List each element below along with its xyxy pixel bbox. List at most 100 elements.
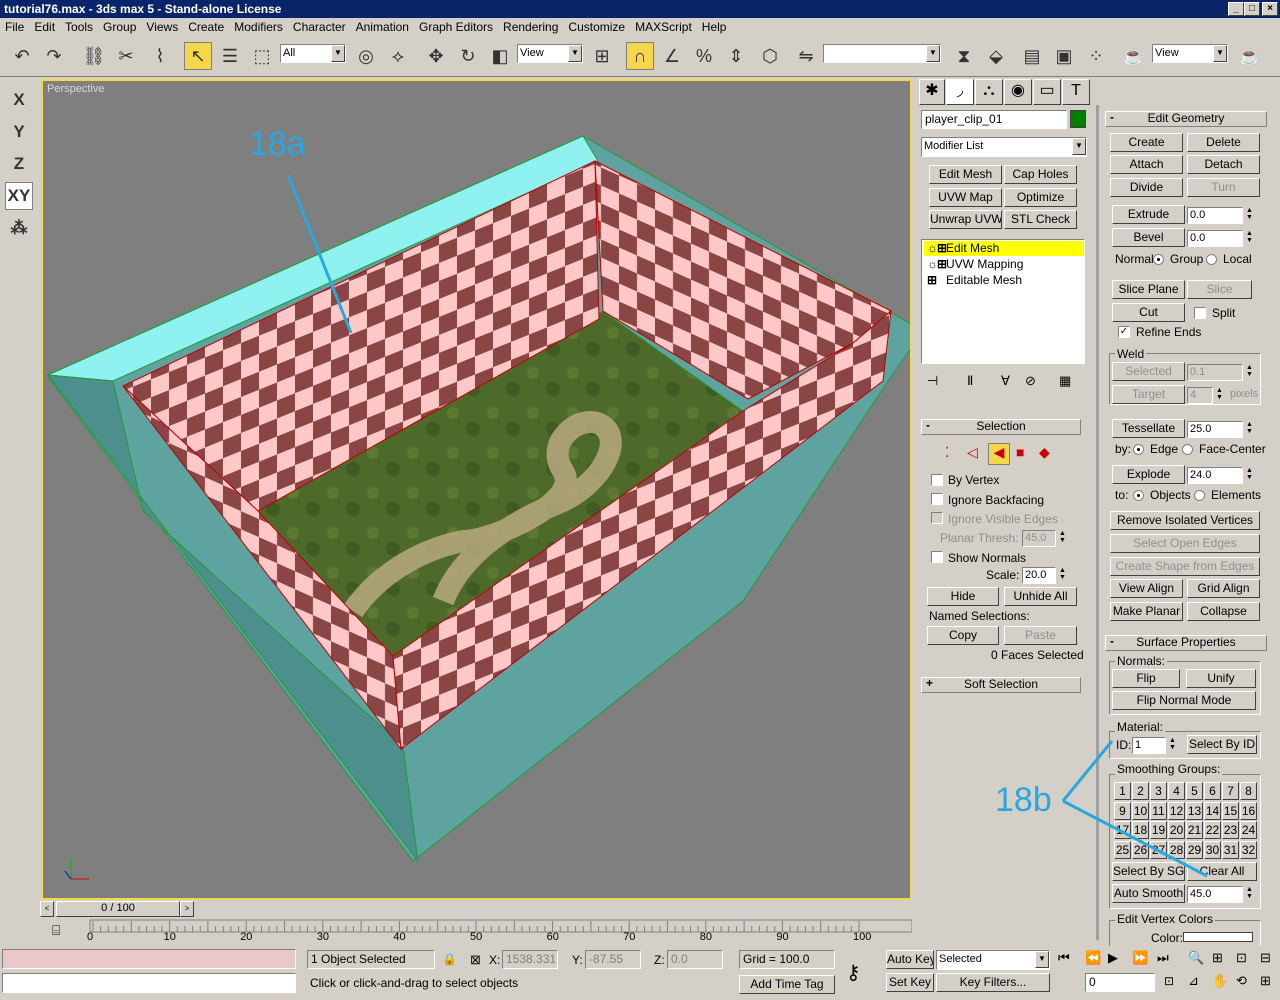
divide-button[interactable]: Divide — [1110, 178, 1183, 197]
smoothing-group-button[interactable]: 15 — [1222, 801, 1239, 820]
add-time-tag-button[interactable]: Add Time Tag — [739, 975, 835, 994]
material-id-spinner[interactable]: 1 ▲ ▼ — [1132, 737, 1176, 754]
show-end-result-icon[interactable]: Ⅱ — [967, 373, 973, 389]
undo-icon[interactable]: ↶ — [8, 42, 36, 70]
modifier-stack[interactable]: ☼ ⊞ Edit Mesh ☼ ⊞ UVW Mapping ⊞ Editable Mesh — [921, 239, 1085, 364]
smoothing-group-button[interactable]: 13 — [1186, 801, 1203, 820]
move-icon[interactable]: ✥ — [422, 42, 450, 70]
soft-selection-rollout-header[interactable]: + Soft Selection — [921, 677, 1081, 693]
snap-settings-icon[interactable]: ⁂ — [5, 214, 33, 242]
polygon-subobject-icon[interactable]: ■ — [1016, 444, 1024, 460]
maximize-viewport-icon[interactable]: ⊞ — [1260, 973, 1271, 989]
weld-selected-button[interactable]: Selected — [1112, 362, 1185, 381]
weld-threshold-spinner[interactable]: 0.1 ▲ ▼ — [1187, 364, 1253, 381]
attach-button[interactable]: Attach — [1110, 155, 1183, 174]
normal-local-radio[interactable] — [1206, 254, 1217, 265]
smoothing-group-button[interactable]: 29 — [1186, 840, 1203, 859]
time-next-button[interactable]: > — [180, 901, 194, 917]
smoothing-group-button[interactable]: 7 — [1222, 782, 1239, 800]
menu-graph-editors[interactable]: Graph Editors — [414, 18, 498, 34]
turn-button[interactable]: Turn — [1187, 178, 1260, 197]
select-open-edges-button[interactable]: Select Open Edges — [1110, 534, 1260, 553]
angle-snap-icon[interactable]: ∠ — [658, 42, 686, 70]
paste-button[interactable]: Paste — [1004, 626, 1077, 645]
menu-customize[interactable]: Customize — [563, 18, 630, 34]
go-to-end-icon[interactable]: ⏭ — [1157, 950, 1169, 966]
zoom-extents-all-icon[interactable]: ⊟ — [1260, 950, 1271, 966]
pin-stack-icon[interactable]: ⊣ — [927, 373, 938, 389]
tessellate-face-center-radio[interactable] — [1182, 444, 1193, 455]
reference-coordinate-dropdown[interactable]: View ▼ — [517, 44, 583, 63]
menu-maxscript[interactable]: MAXScript — [630, 18, 697, 34]
expand-icon[interactable]: ⊞ — [937, 241, 947, 255]
select-and-link-icon[interactable]: ⛓ — [80, 42, 108, 70]
smoothing-group-button[interactable]: 11 — [1150, 801, 1167, 820]
menu-animation[interactable]: Animation — [351, 18, 414, 34]
redo-icon[interactable]: ↷ — [40, 42, 68, 70]
extrude-button[interactable]: Extrude — [1112, 205, 1185, 224]
modify-tab-icon[interactable]: ◞ — [946, 79, 974, 105]
perspective-viewport[interactable]: Perspective 18a — [41, 79, 912, 900]
create-button[interactable]: Create — [1110, 133, 1183, 152]
menu-character[interactable]: Character — [288, 18, 351, 34]
tessellate-spinner[interactable]: 25.0 ▲ ▼ — [1187, 421, 1253, 438]
current-frame-field[interactable]: 0 — [1085, 973, 1155, 992]
quick-render-icon[interactable]: ☕ — [1236, 42, 1264, 70]
motion-tab-icon[interactable]: ◉ — [1004, 79, 1032, 105]
maxscript-listener-mini[interactable] — [2, 949, 296, 969]
time-slider-thumb[interactable]: 0 / 100 — [56, 901, 180, 917]
time-configuration-icon[interactable]: ⊡ — [1164, 974, 1174, 988]
edge-subobject-icon[interactable]: ◁ — [967, 444, 978, 461]
explode-objects-radio[interactable] — [1133, 490, 1144, 501]
smoothing-group-button[interactable]: 25 — [1114, 840, 1131, 859]
expand-icon[interactable]: ⊞ — [927, 273, 937, 287]
menu-modifiers[interactable]: Modifiers — [229, 18, 288, 34]
object-color-swatch[interactable] — [1070, 110, 1086, 128]
select-by-name-icon[interactable]: ☰ — [216, 42, 244, 70]
curve-editor-icon[interactable]: ⌸ — [52, 922, 60, 939]
select-region-icon[interactable]: ◎ — [352, 42, 380, 70]
render-scene-icon[interactable]: ☕ — [1120, 42, 1148, 70]
modifier-list-dropdown[interactable]: Modifier List ▼ — [921, 137, 1087, 157]
select-object-icon[interactable]: ↖ — [184, 42, 212, 70]
smoothing-group-button[interactable]: 32 — [1240, 840, 1257, 859]
smoothing-group-button[interactable]: 23 — [1222, 821, 1239, 839]
bind-space-warp-icon[interactable]: ⌇ — [146, 42, 174, 70]
smoothing-group-button[interactable]: 26 — [1132, 840, 1149, 859]
cut-button[interactable]: Cut — [1112, 303, 1185, 322]
weld-target-button[interactable]: Target — [1112, 385, 1185, 404]
rectangular-selection-icon[interactable]: ⬚ — [248, 42, 276, 70]
surface-properties-rollout-header[interactable]: - Surface Properties — [1105, 635, 1267, 651]
flip-button[interactable]: Flip — [1112, 669, 1180, 688]
planar-thresh-spinner[interactable]: 45.0 ▲ ▼ — [1022, 530, 1066, 547]
stl-check-button[interactable]: STL Check — [1004, 210, 1077, 229]
face-subobject-icon[interactable]: ◀ — [988, 443, 1010, 465]
smoothing-group-button[interactable]: 22 — [1204, 821, 1221, 839]
configure-sets-icon[interactable]: ▦ — [1059, 373, 1071, 389]
menu-group[interactable]: Group — [98, 18, 141, 34]
tessellate-edge-radio[interactable] — [1133, 444, 1144, 455]
element-subobject-icon[interactable]: ◆ — [1039, 444, 1050, 461]
mirror-icon[interactable]: ⧗ — [950, 42, 978, 70]
field-of-view-icon[interactable]: ⊿ — [1188, 973, 1199, 989]
bevel-button[interactable]: Bevel — [1112, 228, 1185, 247]
delete-button[interactable]: Delete — [1187, 133, 1260, 152]
previous-frame-icon[interactable]: ⏪ — [1085, 950, 1101, 966]
ignore-backfacing-checkbox[interactable] — [931, 493, 943, 505]
utilities-tab-icon[interactable]: T — [1062, 79, 1090, 105]
maxscript-input[interactable] — [2, 973, 296, 993]
menu-file[interactable]: File — [0, 18, 29, 34]
menu-edit[interactable]: Edit — [29, 18, 60, 34]
axis-x-button[interactable]: X — [5, 86, 33, 114]
smoothing-group-button[interactable]: 28 — [1168, 840, 1185, 859]
z-coord-field[interactable]: 0.0 — [667, 950, 723, 969]
tessellate-button[interactable]: Tessellate — [1112, 419, 1185, 438]
explode-elements-radio[interactable] — [1194, 490, 1205, 501]
explode-spinner[interactable]: 24.0 ▲ ▼ — [1187, 467, 1253, 484]
align-icon[interactable]: ⬙ — [982, 42, 1010, 70]
menu-views[interactable]: Views — [141, 18, 183, 34]
stack-item-edit-mesh[interactable]: ☼ ⊞ Edit Mesh — [924, 241, 1084, 256]
smoothing-group-button[interactable]: 3 — [1150, 782, 1167, 800]
smoothing-group-button[interactable]: 20 — [1168, 821, 1185, 839]
create-shape-from-edges-button[interactable]: Create Shape from Edges — [1110, 557, 1260, 576]
